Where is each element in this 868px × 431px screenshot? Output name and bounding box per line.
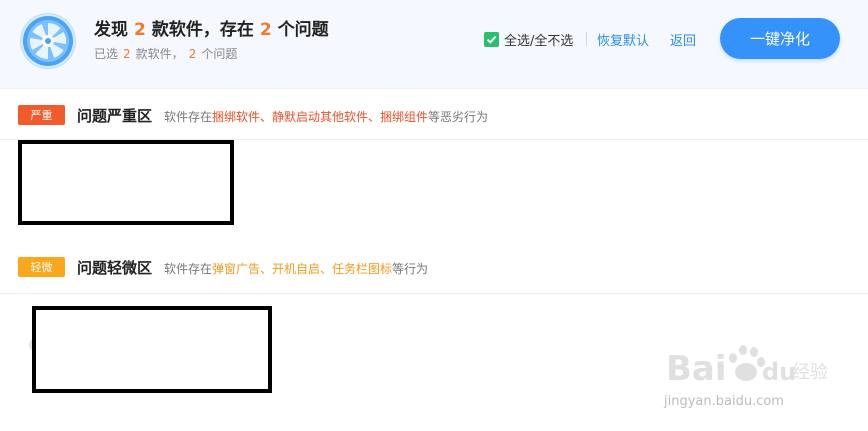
severe-desc-highlight: 捆绑软件、静默启动其他软件、捆绑组件 (212, 110, 429, 124)
fan-logo-icon (20, 13, 76, 69)
watermark-url: jingyan.baidu.com (664, 394, 784, 409)
subtitle-prefix: 已选 (94, 47, 119, 61)
minor-desc-suffix: 等行为 (392, 262, 429, 276)
select-all-toggle[interactable]: 全选/全不选 (484, 30, 574, 49)
title-middle: 款软件，存在 (151, 20, 254, 40)
back-link[interactable]: 返回 (670, 30, 696, 49)
one-click-clean-button[interactable]: 一键净化 (720, 18, 840, 59)
severe-desc-prefix: 软件存在 (164, 110, 213, 124)
severe-desc-suffix: 等恶劣行为 (428, 110, 489, 124)
severe-badge: 严重 (18, 105, 65, 125)
severe-section-desc: 软件存在捆绑软件、静默启动其他软件、捆绑组件等恶劣行为 (164, 108, 488, 125)
result-subtitle: 已选 2 款软件， 2 个问题 (94, 45, 237, 62)
severe-section-header: 严重 问题严重区 软件存在捆绑软件、静默启动其他软件、捆绑组件等恶劣行为 (0, 89, 868, 140)
result-title: 发现 2 款软件，存在 2 个问题 (94, 15, 329, 40)
subtitle-software-count: 2 (123, 47, 131, 61)
minor-desc-highlight: 弹窗广告、开机自启、任务栏图标 (212, 262, 393, 276)
subtitle-issue-count: 2 (188, 47, 197, 61)
result-header: 发现 2 款软件，存在 2 个问题 已选 2 款软件， 2 个问题 全选/全不选 恢复默认 返回… (0, 0, 868, 89)
title-issue-count: 2 (259, 20, 272, 40)
title-suffix: 个问题 (277, 20, 329, 40)
cleanup-page: 发现 2 款软件，存在 2 个问题 已选 2 款软件， 2 个问题 全选/全不选 恢复默认 返回… (0, 0, 868, 431)
subtitle-suffix: 个问题 (201, 47, 238, 61)
subtitle-middle: 款软件， (135, 47, 184, 61)
minor-badge: 轻微 (18, 257, 65, 277)
minor-section-title: 问题轻微区 (77, 259, 153, 277)
restore-default-link[interactable]: 恢复默认 (597, 30, 649, 49)
checkbox-checked-icon[interactable] (484, 31, 499, 47)
select-all-label: 全选/全不选 (504, 33, 574, 49)
svg-text:经验: 经验 (792, 362, 828, 383)
title-software-count: 2 (134, 20, 146, 40)
minor-desc-prefix: 软件存在 (164, 262, 213, 276)
severe-section-title: 问题严重区 (77, 107, 153, 125)
redacted-software-item (18, 140, 234, 225)
redacted-software-item (32, 306, 272, 393)
svg-text:Bai: Bai (666, 349, 727, 389)
divider (586, 32, 587, 46)
minor-section-desc: 软件存在弹窗广告、开机自启、任务栏图标等行为 (164, 260, 428, 277)
minor-section-header: 轻微 问题轻微区 软件存在弹窗广告、开机自启、任务栏图标等行为 (0, 243, 868, 294)
title-prefix: 发现 (94, 20, 128, 40)
